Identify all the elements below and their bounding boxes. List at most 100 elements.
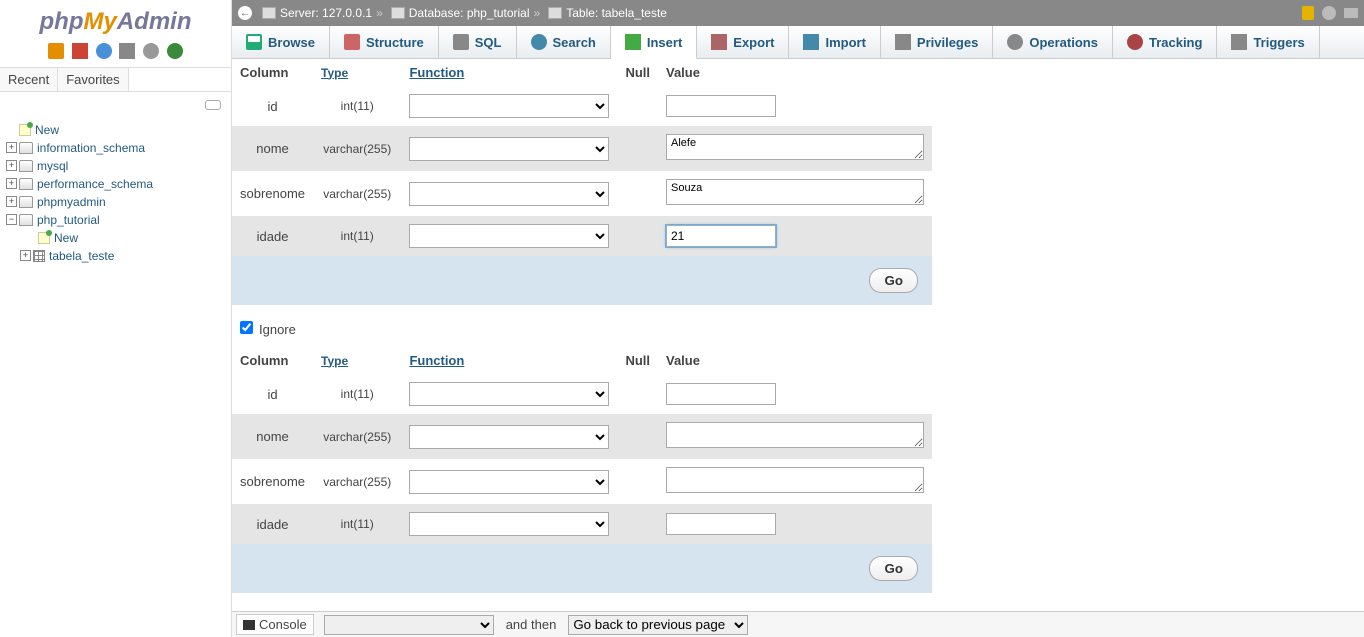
expand-icon[interactable]: + bbox=[6, 196, 17, 207]
tree-db-performance-schema[interactable]: +performance_schema bbox=[6, 175, 225, 193]
sql-tab-icon bbox=[453, 34, 469, 50]
table-label: Table: bbox=[566, 6, 598, 20]
function-select[interactable] bbox=[409, 137, 609, 161]
tab-insert[interactable]: Insert bbox=[611, 26, 697, 59]
expand-icon[interactable]: + bbox=[20, 250, 31, 261]
database-label: Database: bbox=[409, 6, 464, 20]
settings-icon[interactable] bbox=[1322, 6, 1336, 20]
database-icon bbox=[19, 142, 33, 154]
function-select[interactable] bbox=[409, 425, 609, 449]
tree-db-mysql[interactable]: +mysql bbox=[6, 157, 225, 175]
reload-icon[interactable] bbox=[167, 43, 183, 59]
sidebar-toolbar bbox=[0, 38, 231, 63]
favorites-tab[interactable]: Favorites bbox=[58, 68, 128, 91]
tab-triggers[interactable]: Triggers bbox=[1217, 26, 1319, 58]
tab-browse[interactable]: Browse bbox=[232, 26, 330, 58]
value-textarea[interactable] bbox=[666, 179, 924, 205]
tree-db-phpmyadmin[interactable]: +phpmyadmin bbox=[6, 193, 225, 211]
column-name: id bbox=[232, 86, 313, 126]
back-icon[interactable]: ← bbox=[238, 6, 252, 20]
column-type: int(11) bbox=[313, 374, 401, 414]
column-type: int(11) bbox=[313, 504, 401, 544]
expand-icon[interactable]: + bbox=[6, 178, 17, 189]
insert-row: nomevarchar(255) bbox=[232, 126, 932, 171]
function-select[interactable] bbox=[409, 470, 609, 494]
console-toggle[interactable]: Console bbox=[236, 614, 314, 635]
link-icon[interactable] bbox=[205, 100, 221, 110]
after-insert-select[interactable]: Go back to previous page bbox=[568, 615, 748, 635]
value-input[interactable] bbox=[666, 513, 776, 535]
database-tree: New +information_schema +mysql +performa… bbox=[0, 117, 231, 269]
insert-row: sobrenomevarchar(255) bbox=[232, 459, 932, 504]
value-textarea[interactable] bbox=[666, 422, 924, 448]
function-select[interactable] bbox=[409, 382, 609, 406]
function-select[interactable] bbox=[409, 512, 609, 536]
gear-icon[interactable] bbox=[143, 43, 159, 59]
header-type[interactable]: Type bbox=[313, 347, 401, 374]
go-button-1[interactable]: Go bbox=[869, 268, 918, 293]
tab-privileges[interactable]: Privileges bbox=[881, 26, 993, 58]
header-type[interactable]: Type bbox=[313, 59, 401, 86]
tab-structure[interactable]: Structure bbox=[330, 26, 439, 58]
breadcrumb-server[interactable]: 127.0.0.1 bbox=[322, 6, 372, 20]
export-icon bbox=[711, 34, 727, 50]
function-select[interactable] bbox=[409, 94, 609, 118]
logo[interactable]: phpMyAdmin bbox=[0, 0, 231, 38]
tree-new-table[interactable]: New bbox=[6, 229, 225, 247]
ignore-row: Ignore bbox=[232, 305, 1364, 347]
value-input[interactable] bbox=[666, 225, 776, 247]
expand-icon[interactable]: + bbox=[6, 160, 17, 171]
header-function[interactable]: Function bbox=[401, 347, 617, 374]
sql-icon[interactable] bbox=[119, 43, 135, 59]
tree-table-tabela-teste[interactable]: +tabela_teste bbox=[6, 247, 225, 265]
server-label: Server: bbox=[280, 6, 319, 20]
help-icon[interactable] bbox=[96, 43, 112, 59]
tab-operations[interactable]: Operations bbox=[993, 26, 1113, 58]
insert-row: idint(11) bbox=[232, 86, 932, 126]
column-type: varchar(255) bbox=[313, 126, 401, 171]
null-cell bbox=[617, 216, 658, 256]
header-column: Column bbox=[232, 59, 313, 86]
new-table-icon bbox=[38, 232, 50, 244]
triggers-icon bbox=[1231, 34, 1247, 50]
home-icon[interactable] bbox=[48, 43, 64, 59]
tree-new[interactable]: New bbox=[6, 121, 225, 139]
tab-sql[interactable]: SQL bbox=[439, 26, 517, 58]
sidebar: phpMyAdmin Recent Favorites New +informa… bbox=[0, 0, 232, 637]
function-select[interactable] bbox=[409, 182, 609, 206]
column-name: id bbox=[232, 374, 313, 414]
tab-import[interactable]: Import bbox=[789, 26, 880, 58]
function-select[interactable] bbox=[409, 224, 609, 248]
table-icon bbox=[33, 250, 45, 262]
tree-db-information-schema[interactable]: +information_schema bbox=[6, 139, 225, 157]
value-input[interactable] bbox=[666, 383, 776, 405]
lock-icon[interactable] bbox=[1302, 6, 1314, 20]
tab-search[interactable]: Search bbox=[517, 26, 611, 58]
null-cell bbox=[617, 504, 658, 544]
insert-row: nomevarchar(255) bbox=[232, 414, 932, 459]
collapse-icon[interactable]: − bbox=[6, 214, 17, 225]
tab-tracking[interactable]: Tracking bbox=[1113, 26, 1217, 58]
insert-row: idadeint(11) bbox=[232, 216, 932, 256]
ignore-checkbox[interactable] bbox=[240, 321, 253, 334]
breadcrumb-table[interactable]: tabela_teste bbox=[602, 6, 667, 20]
ignore-label[interactable]: Ignore bbox=[240, 322, 296, 337]
null-cell bbox=[617, 171, 658, 216]
exit-icon[interactable] bbox=[72, 43, 88, 59]
value-textarea[interactable] bbox=[666, 134, 924, 160]
import-icon bbox=[803, 34, 819, 50]
and-then-label: and then bbox=[506, 617, 557, 632]
value-input[interactable] bbox=[666, 95, 776, 117]
header-function[interactable]: Function bbox=[401, 59, 617, 86]
column-name: idade bbox=[232, 504, 313, 544]
insert-mode-select[interactable] bbox=[324, 615, 494, 635]
tab-export[interactable]: Export bbox=[697, 26, 789, 58]
recent-tab[interactable]: Recent bbox=[0, 68, 58, 91]
value-textarea[interactable] bbox=[666, 467, 924, 493]
collapse-panel-icon[interactable] bbox=[1344, 8, 1358, 18]
database-icon bbox=[19, 160, 33, 172]
tree-db-php-tutorial[interactable]: −php_tutorial bbox=[6, 211, 225, 229]
go-button-2[interactable]: Go bbox=[869, 556, 918, 581]
breadcrumb-database[interactable]: php_tutorial bbox=[467, 6, 530, 20]
expand-icon[interactable]: + bbox=[6, 142, 17, 153]
